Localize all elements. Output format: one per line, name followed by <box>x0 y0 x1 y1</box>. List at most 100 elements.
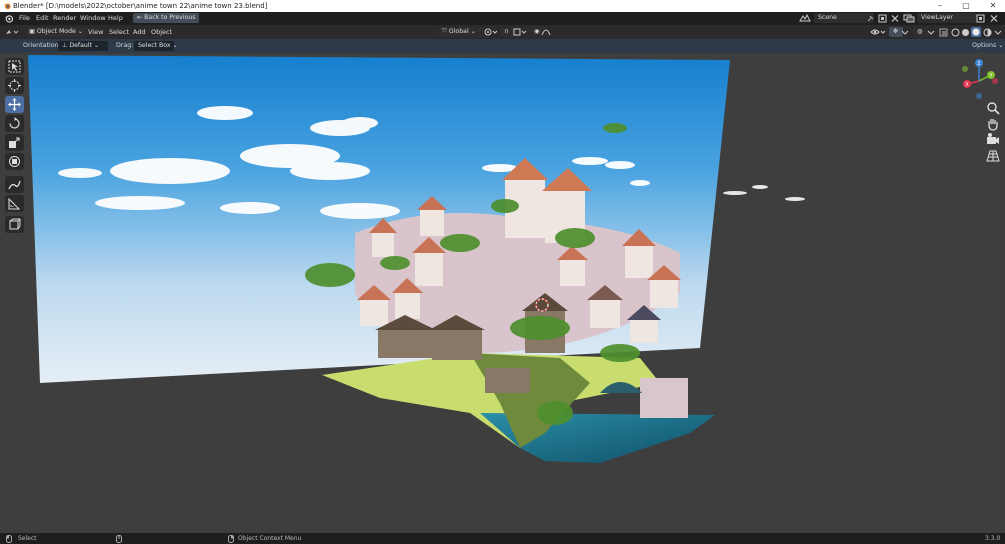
zoom-icon[interactable] <box>985 100 1001 116</box>
chevron-down-icon: ⌄ <box>91 42 100 49</box>
rendered-shading-icon[interactable] <box>983 28 992 37</box>
wireframe-shading-icon[interactable] <box>951 28 960 37</box>
cursor-icon <box>8 79 21 92</box>
scale-icon <box>9 137 20 148</box>
back-to-previous-button[interactable]: ⇤ Back to Previous <box>133 13 200 23</box>
menu-file[interactable]: File <box>19 12 30 25</box>
tool-settings-bar: Orientation: ⊥ Default ⌄ Drag: Select Bo… <box>0 39 1005 53</box>
falloff-icon[interactable] <box>541 28 551 36</box>
magnet-icon: ∩ <box>504 28 509 35</box>
add-cube-tool[interactable] <box>5 216 24 233</box>
transform-icon <box>9 156 20 167</box>
drag-dropdown[interactable]: Select Box ⌄ <box>134 41 178 51</box>
z-axis-label: Z <box>977 61 981 67</box>
pivot-point-icon[interactable] <box>484 28 498 36</box>
status-left-click: Select <box>18 535 37 542</box>
camera-view-icon[interactable] <box>985 132 1001 148</box>
transform-orientation-dropdown[interactable]: ⤧ Global ⌄ <box>438 27 486 37</box>
annotate-icon <box>8 180 21 190</box>
add-cube-icon <box>9 218 21 230</box>
menu-select[interactable]: Select <box>109 25 129 39</box>
pin-icon[interactable] <box>866 15 874 23</box>
window-titlebar: Blender* [D:\models\2022\october\anime t… <box>0 0 1005 12</box>
perspective-toggle-icon[interactable] <box>985 148 1001 164</box>
3d-viewport[interactable]: Z Y X <box>0 53 1005 533</box>
viewport-render <box>28 55 805 463</box>
menu-view[interactable]: View <box>88 25 103 39</box>
particles <box>723 185 805 201</box>
shading-dropdown-icon[interactable] <box>994 28 1002 36</box>
minimize-button[interactable]: – <box>930 0 950 12</box>
proportional-edit-icon: ◉ <box>534 28 540 35</box>
options-dropdown[interactable]: Options ⌄ <box>972 39 1004 53</box>
neg-y-handle[interactable] <box>962 66 968 72</box>
menu-edit[interactable]: Edit <box>36 12 49 25</box>
transform-tool[interactable] <box>5 153 24 170</box>
status-right-click: Object Context Menu <box>238 535 302 542</box>
maximize-button[interactable]: ▢ <box>956 0 976 12</box>
new-view-layer-icon[interactable] <box>976 14 985 23</box>
move-tool[interactable] <box>5 96 24 113</box>
right-mouse-icon <box>228 535 234 543</box>
status-bar: Select Object Context Menu 3.3.0 <box>0 533 1005 544</box>
orientation-value: Default <box>69 42 92 49</box>
pan-hand-icon[interactable] <box>985 116 1001 132</box>
view-layer-icon[interactable] <box>903 14 915 23</box>
chevron-down-icon: ⌄ <box>468 28 476 35</box>
delete-view-layer-icon[interactable] <box>990 14 998 23</box>
global-axes-icon: ⤧ <box>442 28 449 35</box>
navigation-gizmo[interactable]: Z Y X <box>955 57 1003 105</box>
gizmo-icon: ✥ <box>893 28 899 35</box>
rotate-icon <box>9 117 20 129</box>
menu-render[interactable]: Render <box>53 12 76 25</box>
menu-window[interactable]: Window <box>80 12 106 25</box>
gizmo-dropdown-icon[interactable] <box>901 28 909 36</box>
chevron-down-icon: ⌄ <box>170 42 178 49</box>
snap-target-icon[interactable] <box>513 28 527 36</box>
mode-dropdown[interactable]: ▣ Object Mode ⌄ <box>25 27 87 37</box>
select-box-tool[interactable] <box>5 58 24 75</box>
menu-object[interactable]: Object <box>151 25 172 39</box>
drag-label: Drag: <box>116 42 134 49</box>
annotate-tool[interactable] <box>5 176 24 193</box>
menu-add[interactable]: Add <box>133 25 146 39</box>
material-preview-shading-icon[interactable] <box>971 27 981 37</box>
middle-mouse-icon <box>116 535 122 543</box>
blender-version: 3.3.0 <box>985 535 1001 542</box>
window-title: Blender* [D:\models\2022\october\anime t… <box>13 2 268 10</box>
close-button[interactable]: ✕ <box>983 0 1003 12</box>
chevron-down-icon: ⌄ <box>75 28 83 35</box>
back-to-previous-label: Back to Previous <box>144 14 196 21</box>
rotate-tool[interactable] <box>5 115 24 132</box>
solid-shading-icon[interactable] <box>961 28 970 37</box>
object-mode-icon: ▣ <box>29 28 37 35</box>
neg-x-handle[interactable] <box>992 78 998 84</box>
measure-icon <box>8 197 21 210</box>
xray-toggle-icon[interactable] <box>939 28 948 37</box>
viewport-navigation <box>985 100 1001 170</box>
scene-type-icon[interactable] <box>799 14 811 23</box>
left-mouse-icon <box>6 535 12 543</box>
transform-orientation-label: Global <box>448 28 469 35</box>
editor-type-icon[interactable] <box>5 28 19 36</box>
neg-z-handle[interactable] <box>976 93 982 99</box>
measure-tool[interactable] <box>5 195 24 212</box>
new-scene-icon[interactable] <box>878 14 887 23</box>
orientation-label: Orientation: <box>23 42 61 49</box>
overlay-dropdown-icon[interactable] <box>927 28 935 36</box>
delete-scene-icon[interactable] <box>891 14 899 23</box>
cursor-tool[interactable] <box>5 77 24 94</box>
viewport-header: ▣ Object Mode ⌄ View Select Add Object ⤧… <box>0 25 1005 39</box>
visibility-icon[interactable] <box>870 28 886 36</box>
orientation-dropdown[interactable]: ⊥ Default ⌄ <box>58 41 108 51</box>
x-axis-label: X <box>965 82 969 88</box>
scale-tool[interactable] <box>5 134 24 151</box>
menu-help[interactable]: Help <box>108 12 123 25</box>
blender-menu-icon[interactable] <box>4 14 13 23</box>
blender-logo-icon <box>3 3 11 10</box>
overlay-icon: ◍ <box>917 28 923 35</box>
options-label: Options <box>972 42 997 49</box>
scene-name-field[interactable]: Scene <box>814 13 874 23</box>
chevron-down-icon: ⌄ <box>996 42 1004 49</box>
view-layer-field[interactable]: ViewLayer <box>917 13 977 23</box>
